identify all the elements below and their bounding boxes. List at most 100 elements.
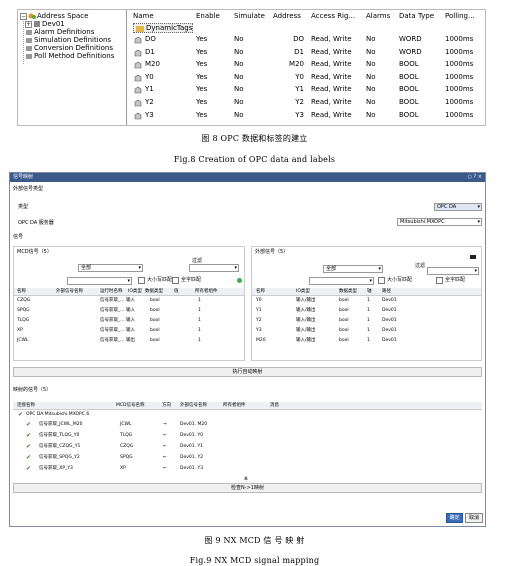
ok-button[interactable]: 确定 xyxy=(446,513,463,523)
mcd-column-header[interactable]: 数据类型 xyxy=(145,289,163,295)
mcd-cell: 输入 xyxy=(126,298,135,303)
tag-row[interactable]: Y3 Yes No Y3 Read, Write No BOOL 1000ms xyxy=(128,111,487,122)
tag-cell: D1 xyxy=(294,47,304,56)
tree-item-conversion-definitions[interactable]: Conversion Definitions xyxy=(25,44,113,52)
expand-icon[interactable]: + xyxy=(25,20,32,28)
external-scope-dropdown[interactable] xyxy=(309,277,374,285)
tag-row[interactable]: Y0 Yes No Y0 Read, Write No BOOL 1000ms xyxy=(128,73,487,84)
column-header-enable[interactable]: Enable xyxy=(196,12,220,21)
external-cell: 输入/输出 xyxy=(296,308,316,313)
tag-row[interactable]: DO Yes No DO Read, Write No WORD 1000ms xyxy=(128,35,487,46)
column-header-address[interactable]: Address xyxy=(273,12,301,21)
external-column-header[interactable]: 名称 xyxy=(256,289,265,295)
tree-item-address-space[interactable]: − Address Space xyxy=(20,12,88,20)
mcd-column-header[interactable]: 外部信号名称 xyxy=(56,289,83,295)
mapped-signal-row[interactable]: ✔ 信号获取_XP_Y3 XP ← Dev01. Y3 xyxy=(13,465,482,475)
mapped-cell: ← xyxy=(163,466,167,471)
mcd-column-header[interactable]: 值 xyxy=(174,289,179,295)
tag-row[interactable]: Y2 Yes No Y2 Read, Write No BOOL 1000ms xyxy=(128,98,487,109)
mcd-column-header[interactable]: 运行时名称 xyxy=(100,289,123,295)
external-filter-label: 过滤 xyxy=(415,263,426,269)
external-filter-input[interactable] xyxy=(427,267,479,275)
mapped-signal-row[interactable]: ✔ 信号获取_CZQG_Y1 CZQG ← Dev01. Y1 xyxy=(13,443,482,453)
external-signal-row[interactable]: Y1 输入/输出 bool 1 Dev01 xyxy=(252,308,481,317)
external-signal-row[interactable]: Y2 输入/输出 bool 1 Dev01 xyxy=(252,318,481,327)
check-n-to-1-button[interactable]: 检查N->1映射 xyxy=(13,483,482,493)
mapped-column-header[interactable]: 连接名称 xyxy=(17,403,35,409)
tree-item-dev01[interactable]: + Dev01 xyxy=(25,20,65,28)
external-cell: Y1 xyxy=(256,308,262,313)
mcd-signal-row[interactable]: TLQG 信号获取_... 输入 bool 1 xyxy=(14,318,244,327)
folder-icon xyxy=(26,46,32,51)
auto-map-button[interactable]: 执行自动映射 xyxy=(13,367,482,377)
column-header-data-type[interactable]: Data Type xyxy=(399,12,434,21)
mapped-signal-row[interactable]: ✔ 信号获取_TLQG_Y0 TLQG ← Dev01. Y0 xyxy=(13,432,482,442)
tag-row[interactable]: Y1 Yes No Y1 Read, Write No BOOL 1000ms xyxy=(128,85,487,96)
tag-cell: Yes xyxy=(196,98,208,106)
mcd-category-dropdown[interactable]: 全部 xyxy=(78,264,143,272)
external-column-header[interactable]: 数据类型 xyxy=(339,289,357,295)
splitter-arrow-icon[interactable]: ▲ xyxy=(244,475,248,481)
external-signal-panel: 外部信号（5） 过滤 全部 大小写匹配 全字匹配 名称 IO类型 数据类型 轴 路径 Y0… xyxy=(251,246,482,361)
mcd-cell: 信号获取_... xyxy=(100,298,125,303)
mcd-column-header[interactable]: 名称 xyxy=(17,289,26,295)
window-controls[interactable]: ○ ? × xyxy=(468,174,482,181)
mcd-match-case-checkbox[interactable] xyxy=(138,277,145,284)
mcd-scope-dropdown[interactable] xyxy=(67,277,132,285)
mapped-column-header[interactable]: 消息 xyxy=(270,403,279,409)
cancel-button[interactable]: 取消 xyxy=(465,513,483,523)
mcd-signal-row[interactable]: SPQG 信号获取_... 输入 bool 1 xyxy=(14,308,244,317)
mapped-column-header[interactable]: 所有者组件 xyxy=(223,403,246,409)
column-header-polling[interactable]: Polling... xyxy=(445,12,475,21)
mcd-cell: 信号获取_... xyxy=(100,308,125,313)
external-column-header[interactable]: 路径 xyxy=(382,289,391,295)
mcd-column-header[interactable]: 所有者组件 xyxy=(195,289,218,295)
mapped-column-header[interactable]: MCD信号名称 xyxy=(116,403,145,409)
panel-toggle-icon[interactable] xyxy=(470,255,476,259)
external-signals-heading[interactable]: 外部信号（5） xyxy=(255,249,288,256)
mapped-signal-row[interactable]: ✔ 信号获取_JCWL_M20 JCWL → Dev01. M20 xyxy=(13,421,482,431)
external-column-header[interactable]: IO类型 xyxy=(296,289,310,295)
tag-row[interactable]: D1 Yes No D1 Read, Write No WORD 1000ms xyxy=(128,48,487,59)
mcd-column-header[interactable]: IO类型 xyxy=(128,289,142,295)
mcd-signal-row[interactable]: JCWL 信号获取_... 输出 bool 1 xyxy=(14,338,244,347)
mcd-signals-heading[interactable]: MCD信号（5） xyxy=(17,249,52,256)
tag-icon xyxy=(134,49,142,56)
mcd-cell: 信号获取_... xyxy=(100,338,125,343)
mcd-signal-row[interactable]: XP 信号获取_... 输入 bool 1 xyxy=(14,328,244,337)
type-dropdown[interactable]: OPC DA xyxy=(434,203,482,211)
external-signal-row[interactable]: M20 输入/输出 bool 1 Dev01 xyxy=(252,338,481,347)
column-header-name[interactable]: Name xyxy=(133,12,154,21)
mapped-column-header[interactable]: 方向 xyxy=(162,403,171,409)
column-header-alarms[interactable]: Alarms xyxy=(366,12,390,21)
collapse-icon[interactable]: − xyxy=(20,12,27,20)
mapped-column-header[interactable]: 外部信号名称 xyxy=(180,403,207,409)
external-category-dropdown[interactable]: 全部 xyxy=(323,265,383,273)
mcd-cell: bool xyxy=(150,318,160,323)
column-header-simulate[interactable]: Simulate xyxy=(234,12,265,21)
column-header-access-rights[interactable]: Access Rig... xyxy=(311,12,355,21)
external-match-case-checkbox[interactable] xyxy=(378,277,385,284)
external-signal-type-section[interactable]: 外部信号类型 xyxy=(13,186,43,193)
tree-item-poll-method-definitions[interactable]: Poll Method Definitions xyxy=(25,52,114,60)
tag-row[interactable]: M20 Yes No M20 Read, Write No BOOL 1000ms xyxy=(128,60,487,71)
tag-cell: Y3 xyxy=(295,110,304,119)
external-signal-row[interactable]: Y3 输入/输出 bool 1 Dev01 xyxy=(252,328,481,337)
check-icon: ✔ xyxy=(26,465,32,472)
external-cell: Dev01 xyxy=(382,338,397,343)
dynamic-tags-row[interactable]: DynamicTags xyxy=(133,23,193,33)
tree-item-alarm-definitions[interactable]: Alarm Definitions xyxy=(25,28,94,36)
external-whole-word-checkbox[interactable] xyxy=(436,277,443,284)
opc-server-dropdown[interactable]: Mitsubishi.MXOPC xyxy=(397,218,482,226)
external-column-header[interactable]: 轴 xyxy=(367,289,372,295)
mapped-signals-heading[interactable]: 映射的信号（5） xyxy=(13,387,51,394)
external-signal-row[interactable]: Y0 输入/输出 bool 1 Dev01 xyxy=(252,298,481,307)
tree-item-simulation-definitions[interactable]: Simulation Definitions xyxy=(25,36,111,44)
signal-section[interactable]: 信号 xyxy=(13,234,23,241)
tag-cell: Read, Write xyxy=(311,110,352,119)
mapped-signal-row[interactable]: ✔ 信号获取_SPQG_Y2 SPQG ← Dev01. Y2 xyxy=(13,454,482,464)
tag-cell: Read, Write xyxy=(311,98,352,106)
mcd-filter-input[interactable] xyxy=(189,264,239,272)
mcd-signal-row[interactable]: CZQG 信号获取_... 输入 bool 1 xyxy=(14,298,244,307)
mcd-whole-word-checkbox[interactable] xyxy=(172,277,179,284)
